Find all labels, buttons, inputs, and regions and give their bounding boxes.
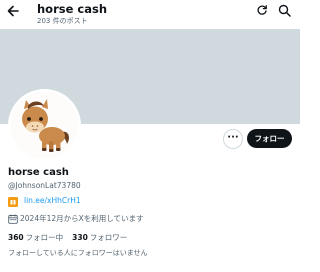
link-badge-icon (8, 197, 18, 207)
following-link[interactable]: 360 フォロー中 (8, 233, 63, 242)
horse-avatar-illustration (22, 99, 69, 152)
post-count: 203 件のポスト (37, 17, 88, 25)
joined-date: 2024年12月からXを利用しています (20, 214, 144, 223)
mutual-followers-notice: フォローしている人にフォロワーはいません (8, 249, 148, 257)
profile-link[interactable]: lin.ee/xHhCrH1 (24, 196, 81, 205)
follow-button[interactable]: フォロー (247, 129, 292, 148)
profile-name: horse cash (8, 167, 69, 178)
search-icon[interactable] (278, 4, 291, 17)
followers-link[interactable]: 330 フォロワー (72, 233, 127, 242)
arrow-left-icon[interactable] (5, 3, 21, 19)
top-bar: horse cash 203 件のポスト (0, 0, 300, 29)
calendar-icon (8, 214, 18, 224)
avatar[interactable] (8, 89, 81, 162)
profile-handle: @JohnsonLat73780 (8, 181, 81, 190)
follow-counts: 360 フォロー中 330 フォロワー (8, 232, 127, 243)
page-title: horse cash (37, 2, 108, 16)
followers-count: 330 (72, 233, 88, 242)
following-label: フォロー中 (25, 233, 64, 242)
refresh-icon[interactable] (256, 4, 268, 16)
more-options-button[interactable]: ··· (223, 129, 243, 149)
following-count: 360 (8, 233, 24, 242)
followers-label: フォロワー (89, 233, 128, 242)
